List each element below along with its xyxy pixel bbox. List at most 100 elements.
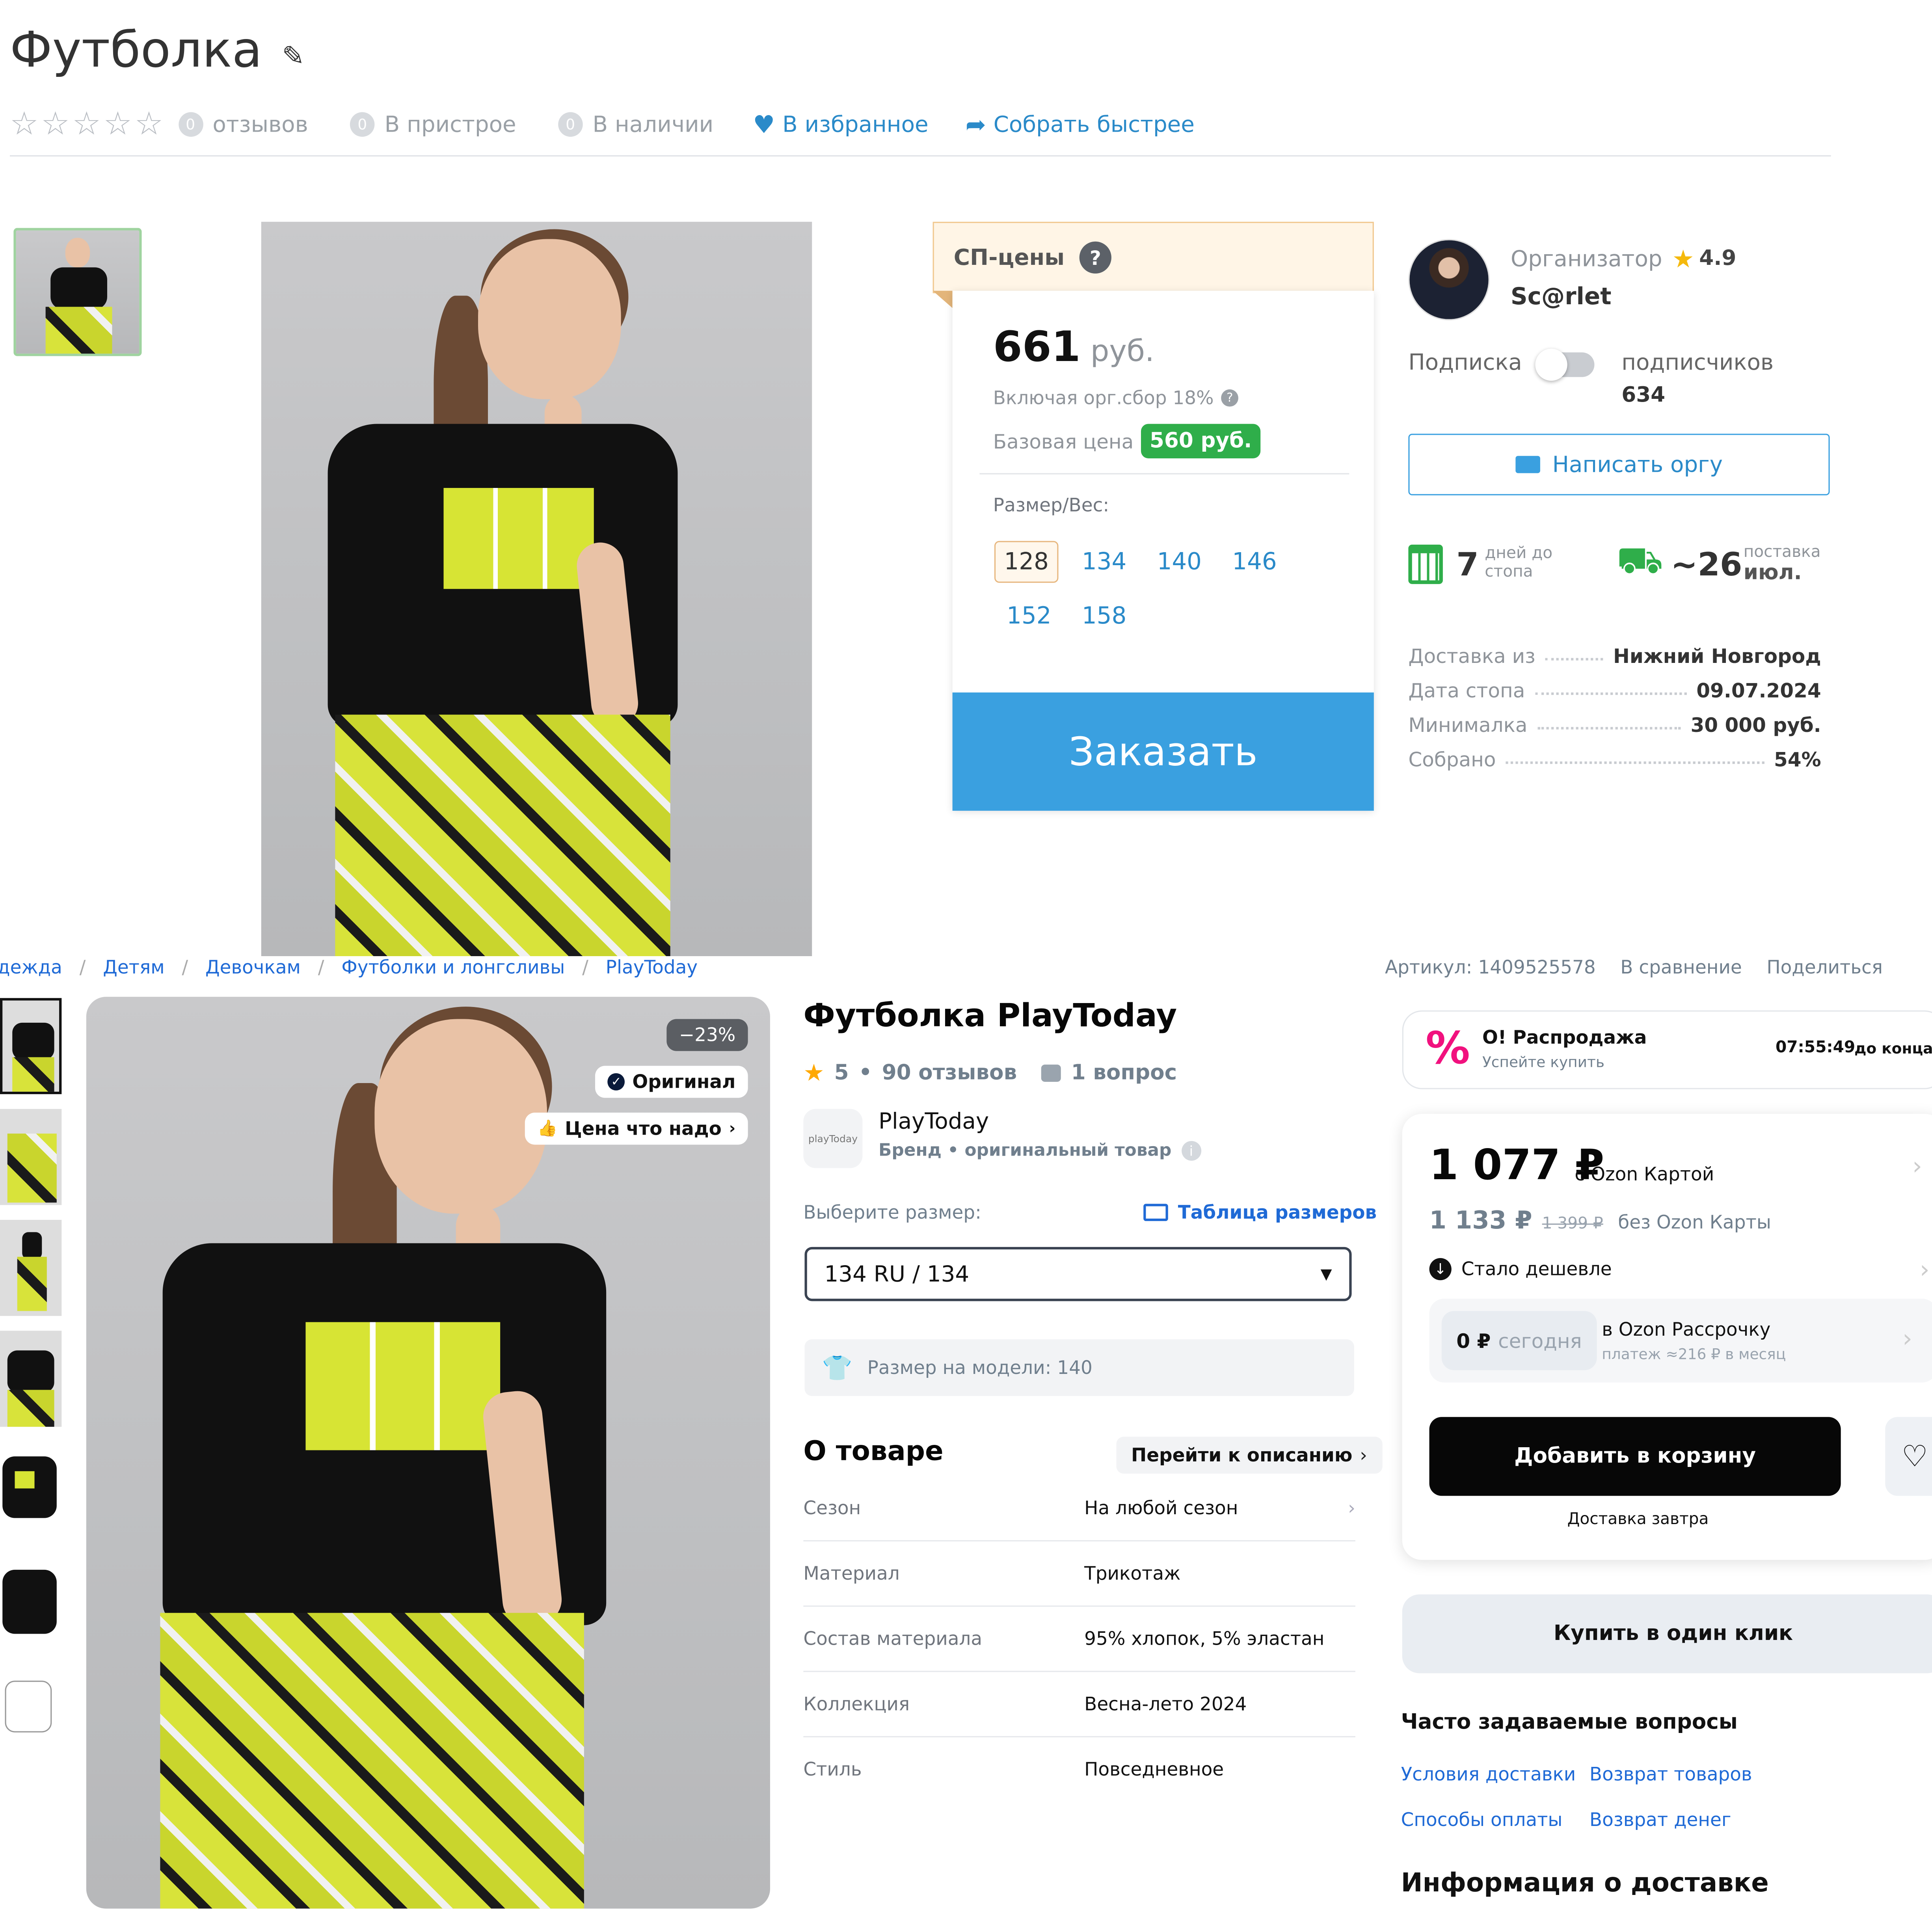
faq-link[interactable]: Условия доставки xyxy=(1401,1763,1576,1785)
chevron-right-icon[interactable]: › xyxy=(1912,1151,1922,1180)
brand-logo[interactable]: playToday xyxy=(803,1109,863,1168)
thumbnail-6[interactable] xyxy=(0,1552,62,1649)
thumbnail-2[interactable] xyxy=(0,1109,62,1205)
table-row: Стиль Повседневное xyxy=(803,1758,1224,1781)
sale-banner[interactable]: % О! Распродажа Успейте купить 07:55:49 … xyxy=(1402,1010,1932,1089)
size-option-134[interactable]: 134 xyxy=(1082,548,1126,575)
breadcrumb-item[interactable]: Футболки и лонгсливы xyxy=(341,956,565,978)
sp-price-body: 661 руб. Включая орг.сбор 18% ? Базовая … xyxy=(952,290,1374,811)
ozon-main-photo[interactable]: −23% ✓ Оригинал 👍 Цена что надо › xyxy=(86,997,770,1909)
no-card-label: без Ozon Карты xyxy=(1618,1211,1771,1234)
organizer-rating: 4.9 xyxy=(1699,246,1737,271)
brand-name[interactable]: PlayToday xyxy=(879,1109,989,1135)
delivery-hand-icon: ⛟ xyxy=(1616,540,1663,583)
arrow-down-icon: ↓ xyxy=(1429,1258,1452,1281)
header-divider xyxy=(10,155,1831,157)
order-button[interactable]: Заказать xyxy=(952,692,1374,811)
thumbnail-selected[interactable] xyxy=(13,228,142,356)
thumbnail-1-selected[interactable] xyxy=(0,998,62,1094)
delivery-tomorrow: Доставка завтра xyxy=(1567,1510,1709,1529)
table-row: Материал Трикотаж xyxy=(803,1541,1355,1607)
fee-question-icon[interactable]: ? xyxy=(1221,389,1239,407)
info-icon[interactable]: i xyxy=(1181,1141,1201,1161)
about-title: О товаре xyxy=(803,1437,944,1468)
size-option-140[interactable]: 140 xyxy=(1157,548,1202,575)
stock-link[interactable]: В наличии xyxy=(593,112,714,138)
breadcrumb-item[interactable]: Девочкам xyxy=(205,956,301,978)
share-icon[interactable]: ➦ xyxy=(965,110,986,139)
regular-price: 1 133 ₽ xyxy=(1429,1205,1532,1235)
size-option-152[interactable]: 152 xyxy=(1007,603,1051,630)
chevron-right-icon: › xyxy=(1348,1497,1355,1519)
attach-link[interactable]: В пристрое xyxy=(385,112,516,138)
goto-description-button[interactable]: Перейти к описанию › xyxy=(1116,1437,1382,1474)
heart-icon[interactable]: ♥ xyxy=(753,110,775,139)
sp-prices-label: СП-цены xyxy=(953,244,1065,271)
base-price-badge: 560 руб. xyxy=(1141,424,1261,458)
avatar[interactable] xyxy=(1408,239,1490,320)
buy-card: 1 077 ₽ с Ozon Картой › 1 133 ₽ 1 399 ₽ … xyxy=(1402,1114,1932,1560)
sale-timer: 07:55:49 xyxy=(1775,1039,1856,1057)
thumbnail-3[interactable] xyxy=(0,1220,62,1316)
reviews-link[interactable]: 90 отзывов xyxy=(882,1061,1017,1086)
breadcrumb: Одежда/ Детям/ Девочкам/ Футболки и лонг… xyxy=(0,956,698,978)
breadcrumb-item[interactable]: PlayToday xyxy=(606,956,698,978)
rating-value: 5 xyxy=(834,1061,849,1086)
delivery-info-title: Информация о доставке xyxy=(1401,1868,1769,1898)
subscribers-label: подписчиков xyxy=(1621,350,1774,376)
organizer-name[interactable]: Sc@rlet xyxy=(1511,283,1612,311)
size-option-146[interactable]: 146 xyxy=(1232,548,1277,575)
rating-stars[interactable]: ☆☆☆☆☆ xyxy=(10,106,166,143)
model-size-note: 👕 Размер на модели: 140 xyxy=(804,1339,1354,1396)
share-link[interactable]: Поделиться xyxy=(1766,956,1883,978)
days-value: 7 xyxy=(1456,547,1479,584)
breadcrumb-item[interactable]: Одежда xyxy=(0,956,62,978)
reviews-link[interactable]: отзывов xyxy=(212,112,308,138)
questions-link[interactable]: 1 вопрос xyxy=(1071,1061,1177,1086)
product-title: Футболка PlayToday xyxy=(803,998,1177,1035)
one-click-button[interactable]: Купить в один клик xyxy=(1402,1594,1932,1673)
sale-title: О! Распродажа xyxy=(1482,1026,1647,1049)
size-option-128[interactable]: 128 xyxy=(994,541,1059,583)
top-product-panel: Футболка ✎ ☆☆☆☆☆ 0 отзывов 0 В пристрое … xyxy=(0,0,1932,961)
size-select[interactable]: 134 RU / 134 ▼ xyxy=(804,1247,1352,1301)
installment-row[interactable]: 0 ₽ сегодня в Ozon Рассрочку платеж ≈216… xyxy=(1429,1299,1932,1383)
main-product-photo[interactable] xyxy=(261,221,812,957)
card-price-label: с Ozon Картой xyxy=(1575,1163,1714,1186)
breadcrumb-item[interactable]: Детям xyxy=(103,956,164,978)
thumbnail-4[interactable] xyxy=(0,1331,62,1427)
faq-link[interactable]: Возврат товаров xyxy=(1590,1763,1752,1785)
discount-badge: −23% xyxy=(666,1019,748,1051)
favorite-button[interactable]: ♡ xyxy=(1885,1417,1932,1496)
ruler-icon xyxy=(1143,1204,1168,1221)
faq-title: Часто задаваемые вопросы xyxy=(1401,1710,1738,1735)
favorite-link[interactable]: В избранное xyxy=(782,112,929,138)
original-badge[interactable]: ✓ Оригинал xyxy=(595,1066,748,1098)
size-label: Размер/Вес: xyxy=(993,494,1109,516)
price-dropped-row[interactable]: ↓ Стало дешевле › xyxy=(1429,1254,1930,1284)
write-organizer-button[interactable]: Написать оргу xyxy=(1408,434,1830,495)
add-to-cart-button[interactable]: Добавить в корзину xyxy=(1429,1417,1841,1496)
thumbnail-7[interactable] xyxy=(0,1663,62,1760)
size-table-link[interactable]: Таблица размеров xyxy=(1143,1201,1377,1223)
article-label[interactable]: Артикул: 1409525578 xyxy=(1385,956,1596,978)
table-row[interactable]: Сезон На любой сезон › xyxy=(803,1476,1355,1542)
shirt-icon: 👕 xyxy=(822,1353,853,1383)
question-icon[interactable]: ? xyxy=(1079,241,1111,274)
compare-link[interactable]: В сравнение xyxy=(1620,956,1742,978)
size-option-158[interactable]: 158 xyxy=(1082,603,1126,630)
days-label-1: дней до xyxy=(1485,544,1553,563)
details-list: Доставка из Нижний Новгород Дата стопа 0… xyxy=(1408,633,1821,771)
pencil-icon[interactable]: ✎ xyxy=(282,41,305,72)
faq-link[interactable]: Способы оплаты xyxy=(1401,1809,1563,1831)
organizer-label: Организатор xyxy=(1510,246,1662,272)
faq-link[interactable]: Возврат денег xyxy=(1590,1809,1731,1831)
reviews-count-badge: 0 xyxy=(178,112,203,137)
price-quality-badge[interactable]: 👍 Цена что надо › xyxy=(525,1113,748,1145)
subscription-toggle[interactable] xyxy=(1535,348,1595,381)
thumbnail-5[interactable] xyxy=(0,1441,62,1538)
fast-collect-link[interactable]: Собрать быстрее xyxy=(994,112,1195,138)
mail-icon xyxy=(1515,456,1540,473)
installment-sub: платеж ≈216 ₽ в месяц xyxy=(1602,1345,1786,1363)
attributes-table: Сезон На любой сезон › Материал Трикотаж… xyxy=(803,1476,1355,1801)
